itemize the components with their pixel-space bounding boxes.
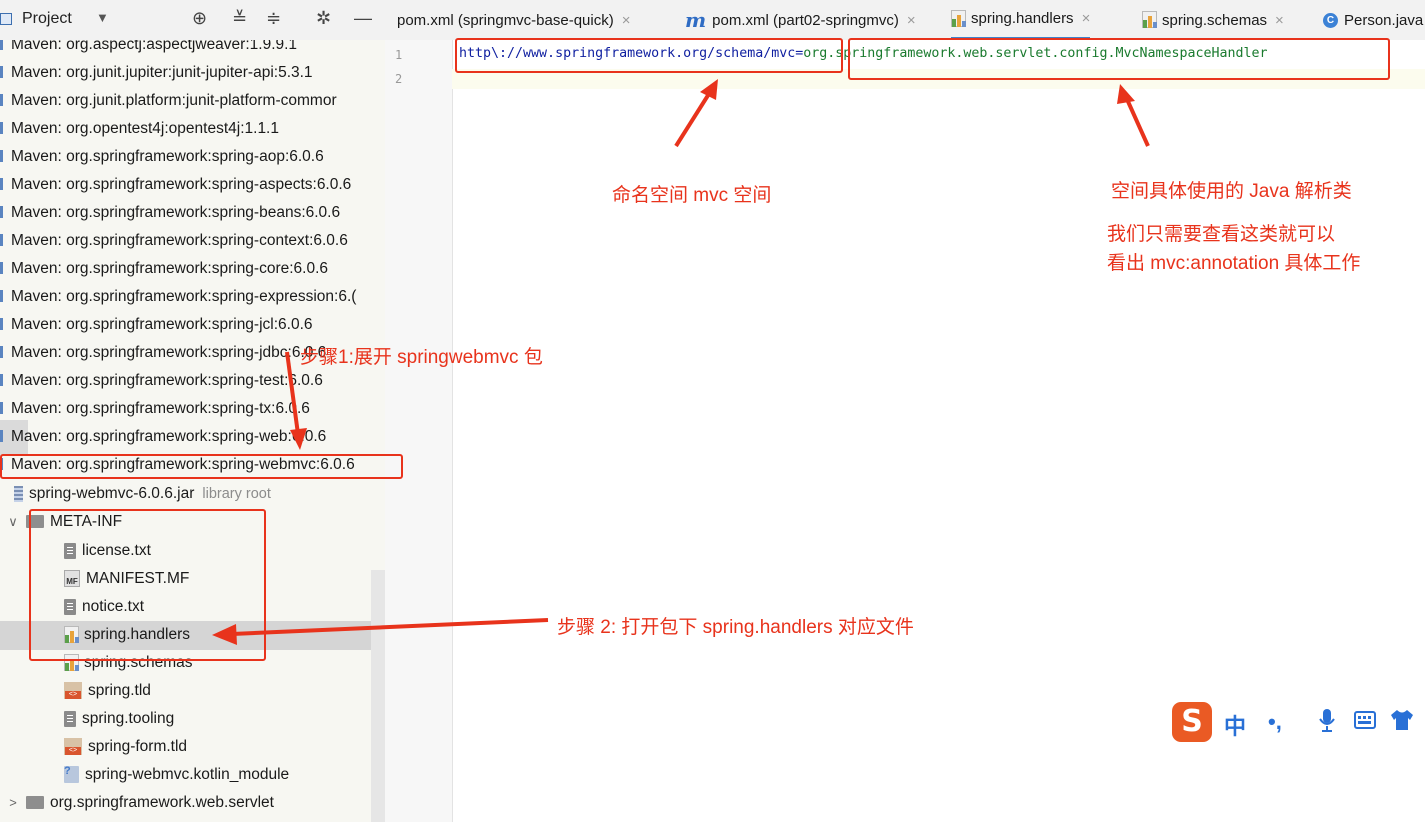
annotation-box-webmvc	[0, 454, 403, 479]
gear-icon[interactable]: ✲	[316, 8, 331, 29]
tab-spring-handlers[interactable]: spring.handlers ×	[951, 0, 1091, 40]
library-icon	[0, 346, 3, 358]
tree-item-library[interactable]: Maven: org.opentest4j:opentest4j:1.1.1	[0, 115, 279, 143]
library-icon	[0, 318, 3, 330]
tree-item-library[interactable]: Maven: org.springframework:spring-aop:6.…	[0, 143, 324, 171]
maven-icon: m	[685, 8, 707, 32]
kotlin-module-icon	[64, 757, 79, 785]
project-tree[interactable]: Maven: org.aspectj:aspectjweaver:1.9.9.1…	[0, 40, 385, 822]
library-icon	[0, 234, 3, 246]
library-icon	[0, 122, 3, 134]
tab-label: pom.xml (part02-springmvc)	[712, 11, 899, 29]
tree-item-library[interactable]: Maven: org.springframework:spring-test:6…	[0, 367, 323, 395]
library-icon	[0, 262, 3, 274]
close-icon[interactable]: ×	[622, 12, 631, 29]
project-window-icon	[0, 13, 12, 25]
tab-label: pom.xml (springmvc-base-quick)	[397, 11, 614, 29]
keyboard-icon[interactable]	[1354, 711, 1376, 729]
library-icon	[0, 374, 3, 386]
tree-item-file[interactable]: spring-form.tld	[64, 733, 187, 761]
annotation-namespace: 命名空间 mvc 空间	[612, 185, 772, 206]
tree-item-library[interactable]: Maven: org.springframework:spring-contex…	[0, 227, 348, 255]
close-icon[interactable]: ×	[1275, 12, 1284, 29]
tree-item-library[interactable]: Maven: org.springframework:spring-aspect…	[0, 171, 351, 199]
tree-item-library[interactable]: Maven: org.springframework:spring-web:6.…	[0, 423, 326, 451]
target-icon[interactable]: ⊕	[192, 8, 207, 29]
tree-item-library[interactable]: Maven: org.springframework:spring-expres…	[0, 283, 356, 311]
tree-item-library[interactable]: Maven: org.springframework:spring-tx:6.0…	[0, 395, 310, 423]
text-file-icon	[64, 710, 76, 727]
chevron-right-icon[interactable]: >	[6, 789, 20, 817]
tree-item-library[interactable]: Maven: org.springframework:spring-jcl:6.…	[0, 311, 313, 339]
expand-all-icon[interactable]: ≚	[232, 8, 247, 29]
properties-file-icon	[951, 9, 967, 28]
library-icon	[0, 178, 3, 190]
tree-item-library[interactable]: Maven: org.springframework:spring-jdbc:6…	[0, 339, 326, 367]
tree-item-package[interactable]: > org.springframework.web.servlet	[6, 789, 274, 817]
tree-item-file[interactable]: spring.tld	[64, 677, 151, 705]
jar-icon	[14, 485, 23, 502]
library-icon	[0, 40, 3, 50]
scrollbar[interactable]	[371, 570, 385, 822]
line-number: 2	[395, 72, 403, 86]
tree-item-file[interactable]: spring-webmvc.kotlin_module	[64, 757, 289, 789]
ime-punctuation-button[interactable]: •,	[1268, 709, 1282, 735]
library-icon	[0, 150, 3, 162]
sogou-logo-icon[interactable]: S	[1172, 702, 1212, 742]
annotation-parser-class: 空间具体使用的 Java 解析类	[1111, 181, 1352, 202]
line-number-gutter: 1 2	[385, 40, 453, 822]
collapse-all-icon[interactable]: ≑	[266, 8, 281, 29]
ime-toolbar[interactable]: S 中 •,	[1170, 700, 1425, 746]
library-icon	[0, 94, 3, 106]
tree-item-file[interactable]: spring.tooling	[64, 705, 174, 733]
tab-person-java[interactable]: C Person.java	[1323, 0, 1423, 40]
tab-pom-part02[interactable]: m pom.xml (part02-springmvc) ×	[685, 0, 916, 40]
annotation-box-key	[455, 38, 843, 73]
ime-mode-button[interactable]: 中	[1224, 709, 1246, 741]
editor-tabs: pom.xml (springmvc-base-quick) × m pom.x…	[385, 0, 1425, 40]
tld-file-icon	[64, 682, 82, 700]
tree-item-library[interactable]: Maven: org.aspectj:aspectjweaver:1.9.9.1	[0, 40, 297, 59]
microphone-icon[interactable]	[1318, 708, 1336, 734]
annotation-note-line1: 我们只需要查看这类就可以	[1107, 224, 1336, 245]
annotation-box-value	[848, 38, 1390, 80]
annotation-step1: 步骤1:展开 springwebmvc 包	[300, 347, 543, 368]
tree-item-library[interactable]: Maven: org.springframework:spring-beans:…	[0, 199, 340, 227]
tab-spring-schemas[interactable]: spring.schemas ×	[1142, 0, 1284, 40]
project-view-title[interactable]: Project	[22, 10, 72, 28]
tab-label: spring.schemas	[1162, 11, 1268, 29]
close-icon[interactable]: ×	[907, 12, 916, 29]
tree-item-library[interactable]: Maven: org.junit.platform:junit-platform…	[0, 87, 337, 115]
tree-item-library[interactable]: Maven: org.springframework:spring-core:6…	[0, 255, 328, 283]
tab-label: spring.handlers	[971, 10, 1074, 27]
project-view-header[interactable]: Project ▼ ⊕ ≚ ≑ ✲ —	[0, 0, 385, 40]
library-icon	[0, 430, 3, 442]
chevron-down-icon[interactable]: ▼	[96, 10, 109, 25]
annotation-step2: 步骤 2: 打开包下 spring.handlers 对应文件	[557, 617, 914, 638]
properties-file-icon	[1142, 11, 1158, 29]
tab-pom-base-quick[interactable]: pom.xml (springmvc-base-quick) ×	[397, 0, 630, 40]
minimize-icon[interactable]: —	[354, 8, 372, 29]
tree-item-jar[interactable]: spring-webmvc-6.0.6.jar library root	[14, 480, 271, 508]
library-icon	[0, 66, 3, 78]
top-toolbar: Project ▼ ⊕ ≚ ≑ ✲ — pom.xml (springmvc-b…	[0, 0, 1425, 41]
folder-icon	[26, 796, 44, 810]
tree-item-library[interactable]: Maven: org.junit.jupiter:junit-jupiter-a…	[0, 59, 313, 87]
annotation-note-line2: 看出 mvc:annotation 具体工作	[1107, 253, 1361, 274]
chevron-down-icon[interactable]: ∨	[6, 508, 20, 536]
library-icon	[0, 206, 3, 218]
tld-file-icon	[64, 738, 82, 756]
tab-label: Person.java	[1344, 11, 1424, 29]
shirt-icon[interactable]	[1390, 709, 1414, 731]
annotation-box-meta-inf	[29, 509, 266, 661]
line-number: 1	[395, 48, 403, 62]
library-icon	[0, 402, 3, 414]
class-icon: C	[1323, 12, 1338, 28]
close-icon[interactable]: ×	[1082, 10, 1091, 27]
library-icon	[0, 290, 3, 302]
